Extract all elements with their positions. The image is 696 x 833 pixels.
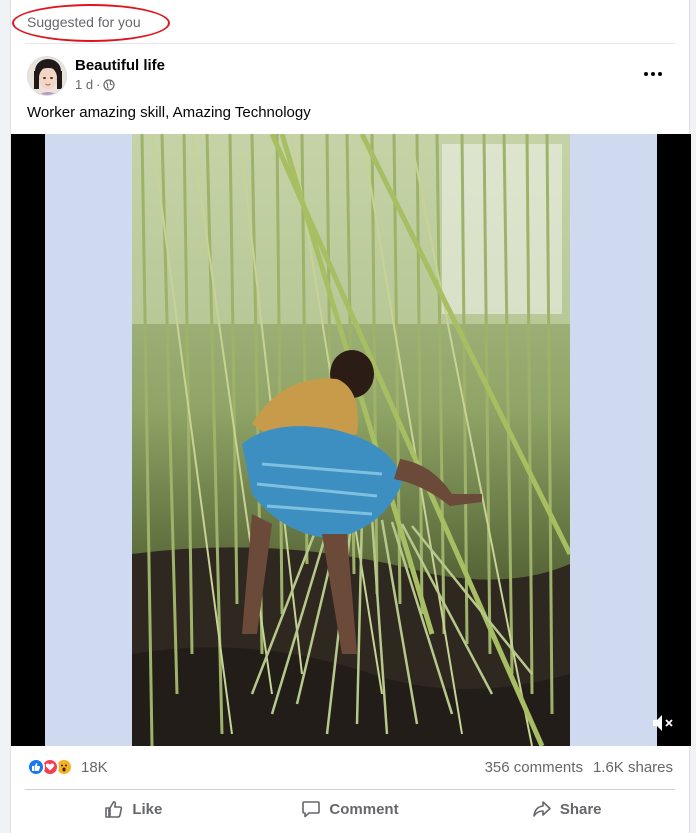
share-label: Share: [559, 800, 602, 818]
reaction-count: 18K: [81, 758, 108, 776]
share-button[interactable]: Share: [458, 792, 675, 826]
suggested-label: Suggested for you: [27, 14, 141, 30]
post-card: Suggested for you Beautiful life 1 d · W…: [10, 0, 691, 833]
page-name-link[interactable]: Beautiful life: [75, 57, 165, 74]
shares-count-link[interactable]: 1.6K shares: [593, 759, 673, 776]
post-actions-bar: Like Comment Share: [25, 792, 675, 826]
more-dot-icon: [658, 72, 662, 76]
thumbs-up-icon: [105, 801, 123, 818]
header-divider: [25, 43, 675, 44]
comment-button[interactable]: Comment: [242, 792, 459, 826]
avatar-image: [28, 57, 66, 95]
video-letterbox-right: [570, 134, 657, 746]
comment-label: Comment: [329, 800, 399, 818]
comment-bubble-icon: [302, 801, 321, 818]
comments-count-link[interactable]: 356 comments: [485, 759, 583, 776]
meta-separator: ·: [96, 77, 101, 92]
globe-icon: [103, 78, 116, 91]
more-dot-icon: [644, 72, 648, 76]
video-letterbox-left: [45, 134, 132, 746]
like-label: Like: [132, 800, 163, 818]
post-caption: Worker amazing skill, Amazing Technology: [27, 104, 311, 121]
video-frame[interactable]: [132, 134, 570, 746]
post-stats: 356 comments 1.6K shares: [485, 759, 673, 776]
post-time[interactable]: 1 d: [75, 77, 93, 92]
like-icon: [27, 758, 45, 776]
video-still-image: [132, 134, 570, 746]
mute-icon[interactable]: [651, 712, 675, 734]
video-player[interactable]: [11, 134, 691, 746]
like-button[interactable]: Like: [25, 792, 242, 826]
reactions-summary[interactable]: 18K: [27, 758, 108, 776]
more-dot-icon: [651, 72, 655, 76]
more-options-button[interactable]: [635, 64, 671, 84]
avatar[interactable]: [27, 56, 67, 96]
post-meta: 1 d ·: [75, 77, 116, 92]
share-arrow-icon: [533, 801, 551, 817]
actions-divider: [25, 789, 675, 790]
